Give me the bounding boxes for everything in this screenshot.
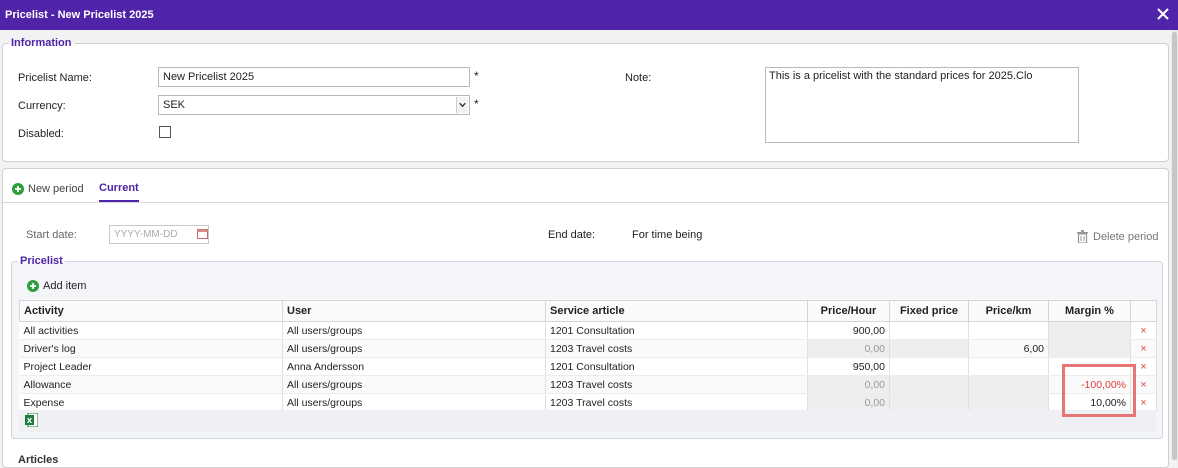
- delete-period-label: Delete period: [1093, 230, 1159, 243]
- delete-row-button[interactable]: ×: [1130, 393, 1157, 412]
- information-legend: Information: [11, 37, 72, 49]
- start-date-input[interactable]: YYYY-MM-DD: [109, 225, 209, 244]
- cell-fixed-price[interactable]: [889, 357, 969, 376]
- cell-margin: [1048, 321, 1131, 340]
- cell-user[interactable]: All users/groups: [282, 375, 546, 394]
- cell-price-km[interactable]: 6,00: [968, 339, 1049, 358]
- scrollbar-thumb[interactable]: [1172, 32, 1177, 460]
- required-mark: *: [474, 97, 479, 111]
- cell-activity[interactable]: All activities: [19, 321, 283, 340]
- add-item-button[interactable]: Add item: [27, 280, 86, 292]
- table-row[interactable]: Expense All users/groups 1203 Travel cos…: [19, 393, 1157, 412]
- add-circle-icon: [12, 183, 24, 195]
- period-tabbar: New period Current: [3, 169, 1168, 203]
- add-item-label: Add item: [43, 280, 87, 292]
- table-row[interactable]: Allowance All users/groups 1203 Travel c…: [19, 375, 1157, 394]
- column-header-price-km[interactable]: Price/km: [968, 300, 1049, 322]
- column-header-actions: [1130, 300, 1157, 322]
- cell-price-hour[interactable]: 900,00: [807, 321, 890, 340]
- cell-service-article[interactable]: 1201 Consultation: [545, 357, 808, 376]
- cell-activity[interactable]: Allowance: [19, 375, 283, 394]
- table-row[interactable]: Project Leader Anna Andersson 1201 Consu…: [19, 357, 1157, 376]
- column-header-service-article[interactable]: Service article: [545, 300, 808, 322]
- cell-margin[interactable]: 10,00%: [1048, 393, 1131, 412]
- close-icon[interactable]: [1154, 5, 1172, 23]
- cell-price-km[interactable]: [968, 357, 1049, 376]
- table-header-row: Activity User Service article Price/Hour…: [19, 300, 1157, 322]
- cell-margin[interactable]: [1048, 357, 1131, 376]
- cell-activity[interactable]: Expense: [19, 393, 283, 412]
- cell-price-hour: 0,00: [807, 375, 890, 394]
- articles-section-title: Articles: [18, 454, 59, 466]
- cell-fixed-price: [889, 393, 969, 412]
- start-date-label: Start date:: [26, 229, 77, 241]
- chevron-down-icon: [456, 97, 468, 113]
- delete-row-button[interactable]: ×: [1130, 321, 1157, 340]
- cell-price-hour[interactable]: 950,00: [807, 357, 890, 376]
- cell-user[interactable]: All users/groups: [282, 393, 546, 412]
- end-date-value: For time being: [632, 229, 703, 241]
- tab-current[interactable]: Current: [99, 182, 139, 202]
- currency-label: Currency:: [18, 100, 66, 112]
- pricelist-table: Activity User Service article Price/Hour…: [19, 300, 1157, 412]
- cell-fixed-price: [889, 339, 969, 358]
- add-circle-icon: [27, 280, 39, 292]
- cell-price-km[interactable]: [968, 321, 1049, 340]
- column-header-user[interactable]: User: [282, 300, 546, 322]
- cell-price-hour: 0,00: [807, 393, 890, 412]
- delete-row-button[interactable]: ×: [1130, 375, 1157, 394]
- cell-price-km: [968, 375, 1049, 394]
- cell-user[interactable]: All users/groups: [282, 321, 546, 340]
- cell-fixed-price[interactable]: [889, 321, 969, 340]
- delete-row-button[interactable]: ×: [1130, 357, 1157, 376]
- delete-x-icon: ×: [1140, 342, 1147, 355]
- cell-service-article[interactable]: 1201 Consultation: [545, 321, 808, 340]
- delete-x-icon: ×: [1140, 378, 1147, 391]
- column-header-activity[interactable]: Activity: [19, 300, 283, 322]
- cell-price-hour: 0,00: [807, 339, 890, 358]
- cell-service-article[interactable]: 1203 Travel costs: [545, 339, 808, 358]
- required-mark: *: [474, 69, 479, 83]
- tab-new-period[interactable]: New period: [12, 181, 84, 197]
- trash-icon: [1077, 230, 1088, 243]
- calendar-icon[interactable]: [197, 228, 208, 239]
- tab-new-period-label: New period: [28, 183, 84, 195]
- cell-user[interactable]: Anna Andersson: [282, 357, 546, 376]
- note-label: Note:: [625, 72, 652, 84]
- cell-fixed-price: [889, 375, 969, 394]
- end-date-label: End date:: [548, 229, 596, 241]
- cell-service-article[interactable]: 1203 Travel costs: [545, 375, 808, 394]
- pricelist-legend: Pricelist: [20, 255, 63, 267]
- cell-activity[interactable]: Project Leader: [19, 357, 283, 376]
- delete-x-icon: ×: [1140, 396, 1147, 409]
- pricelist-name-input[interactable]: [158, 67, 470, 87]
- window-title: Pricelist - New Pricelist 2025: [5, 9, 154, 21]
- note-textarea[interactable]: This is a pricelist with the standard pr…: [765, 67, 1079, 143]
- periods-panel: New period Current Start date: YYYY-MM-D…: [2, 168, 1169, 468]
- cell-margin[interactable]: -100,00%: [1048, 375, 1131, 394]
- svg-text:X: X: [27, 417, 33, 425]
- table-footer: X: [19, 410, 1156, 432]
- cell-service-article[interactable]: 1203 Travel costs: [545, 393, 808, 412]
- currency-select[interactable]: SEK: [158, 95, 470, 115]
- table-row[interactable]: All activities All users/groups 1201 Con…: [19, 321, 1157, 340]
- delete-x-icon: ×: [1140, 324, 1147, 337]
- table-row[interactable]: Driver's log All users/groups 1203 Trave…: [19, 339, 1157, 358]
- cell-margin: [1048, 339, 1131, 358]
- cell-user[interactable]: All users/groups: [282, 339, 546, 358]
- window-titlebar: Pricelist - New Pricelist 2025: [0, 0, 1178, 30]
- delete-row-button[interactable]: ×: [1130, 339, 1157, 358]
- column-header-margin[interactable]: Margin %: [1048, 300, 1131, 322]
- currency-value: SEK: [163, 99, 186, 111]
- excel-export-icon[interactable]: X: [25, 413, 38, 427]
- pricelist-name-label: Pricelist Name:: [18, 72, 92, 84]
- delete-x-icon: ×: [1140, 360, 1147, 373]
- delete-period-button[interactable]: Delete period: [1077, 230, 1158, 243]
- disabled-label: Disabled:: [18, 128, 64, 140]
- column-header-fixed-price[interactable]: Fixed price: [889, 300, 969, 322]
- disabled-checkbox[interactable]: [159, 126, 171, 138]
- cell-activity[interactable]: Driver's log: [19, 339, 283, 358]
- column-header-price-hour[interactable]: Price/Hour: [807, 300, 890, 322]
- cell-price-km: [968, 393, 1049, 412]
